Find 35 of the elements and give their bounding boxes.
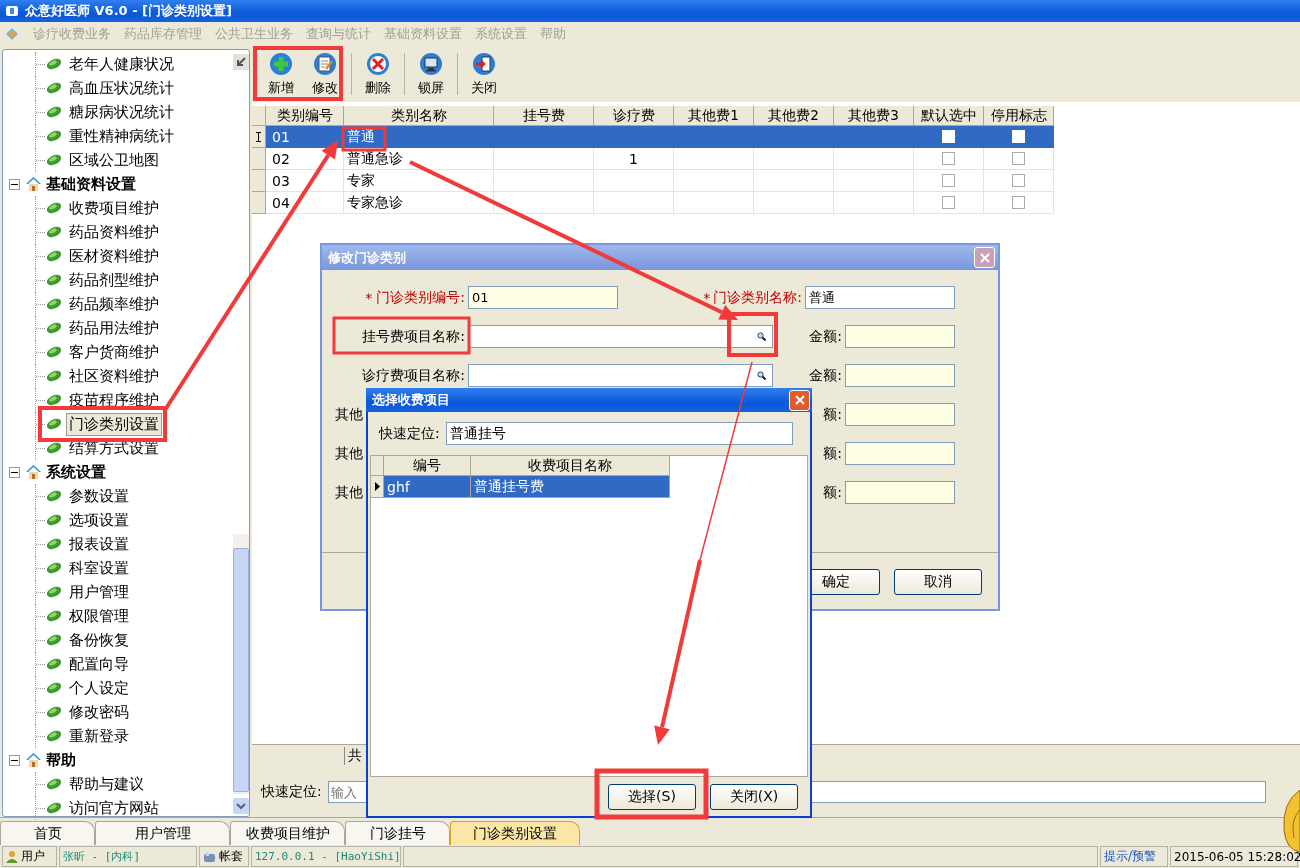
field-label: 额: xyxy=(823,444,842,463)
table-cell: 专家 xyxy=(344,170,494,192)
required-mark: * xyxy=(703,289,711,306)
summary-label: 共 xyxy=(344,747,365,765)
current-user: 张昕 - [内科] xyxy=(59,846,197,867)
required-mark: * xyxy=(365,289,373,306)
field-label: 其他 xyxy=(335,405,363,424)
table-cell: 普通挂号费 xyxy=(471,476,670,498)
field-label: 快速定位: xyxy=(379,424,440,443)
field-label: 门诊类别名称: xyxy=(713,288,802,307)
account-label: 帐套 xyxy=(219,848,243,865)
field-label: 诊疗费项目名称: xyxy=(362,366,465,385)
field-label: 额: xyxy=(823,405,842,424)
table-cell: 普通急诊 xyxy=(344,148,494,170)
field-label: 金额: xyxy=(809,366,842,385)
field-label: 门诊类别编号: xyxy=(376,288,465,307)
dialog-title: 修改门诊类别 xyxy=(328,248,406,267)
table-cell: 专家急诊 xyxy=(344,192,494,214)
table-cell: 01 xyxy=(266,126,344,148)
field-label: 其他 xyxy=(335,483,363,502)
server-info: 127.0.0.1 - [HaoYiShi] xyxy=(251,846,401,867)
field-label: 额: xyxy=(823,483,842,502)
user-label: 用户 xyxy=(21,848,45,865)
quick-search-label: 快速定位: xyxy=(261,783,322,801)
field-label: 挂号费项目名称: xyxy=(362,327,465,346)
field-label: 其他 xyxy=(335,444,363,463)
table-cell: 04 xyxy=(266,192,344,214)
table-cell: 1 xyxy=(594,148,674,170)
window-title: 众意好医师 V6.0 - [门诊类别设置] xyxy=(25,2,232,20)
field-label: 金额: xyxy=(809,327,842,346)
table-cell: ghf xyxy=(384,476,471,498)
status-datetime: 2015-06-05 15:28:02 xyxy=(1170,846,1298,867)
table-cell: 普通 xyxy=(344,126,494,148)
table-cell: 03 xyxy=(266,170,344,192)
dialog-title: 选择收费项目 xyxy=(372,391,450,409)
